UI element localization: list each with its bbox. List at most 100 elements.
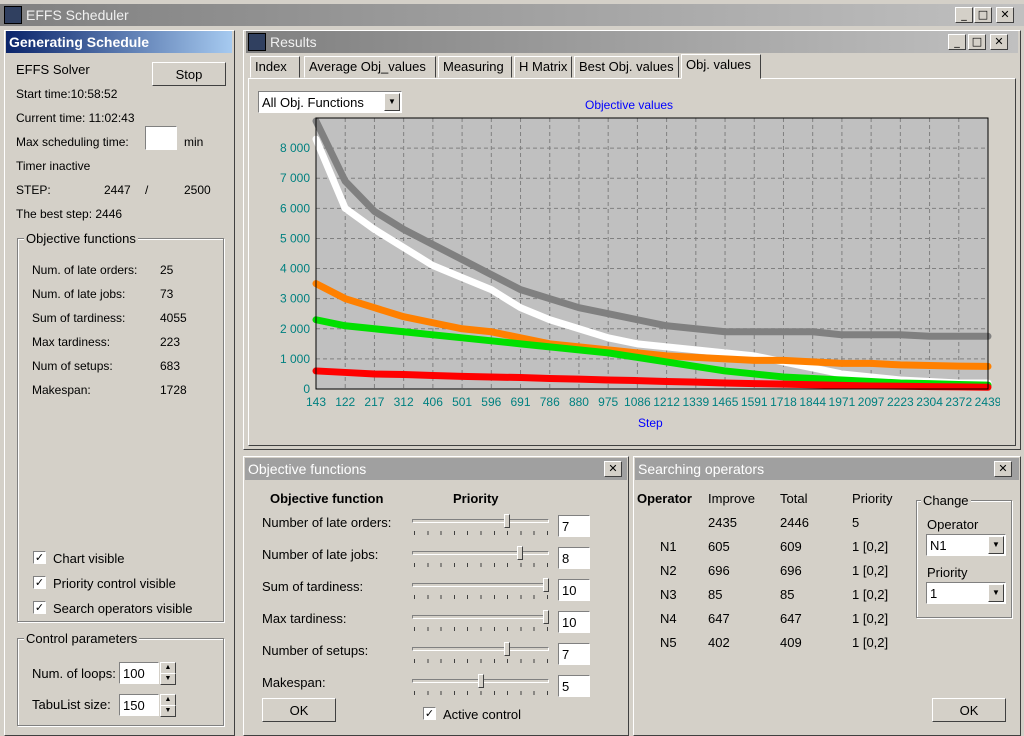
operator-total: 609 (780, 539, 802, 554)
x-tick-label: 501 (452, 395, 472, 409)
app-minimize-button[interactable]: _ (955, 7, 973, 23)
app-close-button[interactable]: ✕ (996, 7, 1014, 23)
priority-ok-button[interactable]: OK (262, 698, 336, 722)
objective-value: 683 (160, 359, 181, 373)
tab-obj-values[interactable]: Obj. values (681, 54, 761, 79)
x-tick-label: 122 (335, 395, 355, 409)
slider-ticks (414, 659, 548, 663)
best-step: The best step: 2446 (16, 207, 123, 221)
priority-value-input[interactable]: 7 (558, 515, 590, 537)
priority-slider-track[interactable] (412, 615, 549, 619)
priority-slider-thumb[interactable] (543, 578, 549, 592)
operator-name: N1 (660, 539, 677, 554)
priority-slider-track[interactable] (412, 647, 549, 651)
operator-priority: 1 [0,2] (852, 611, 889, 626)
operator-total: 85 (780, 587, 795, 602)
stop-button[interactable]: Stop (152, 62, 226, 86)
x-tick-label: 596 (481, 395, 501, 409)
x-tick-label: 786 (540, 395, 560, 409)
priority-select[interactable]: 1 ▼ (926, 582, 1006, 604)
objective-label: Makespan: (32, 383, 91, 397)
priority-slider-thumb[interactable] (477, 674, 484, 688)
max-scheduling-input[interactable] (145, 126, 177, 150)
y-tick-label: 2 000 (280, 322, 310, 336)
priority-row-label: Number of late orders: (262, 515, 392, 530)
priority-value-input[interactable]: 10 (558, 611, 590, 633)
results-close-button[interactable]: ✕ (990, 34, 1008, 50)
visibility-checkbox-label: Chart visible (53, 551, 125, 566)
y-tick-label: 3 000 (280, 292, 310, 306)
tab-average-obj-values[interactable]: Average Obj_values (304, 56, 436, 78)
visibility-checkbox[interactable]: ✓ (33, 601, 46, 614)
operator-total: 409 (780, 635, 802, 650)
timer-status: Timer inactive (16, 159, 91, 173)
priority-slider-thumb[interactable] (543, 610, 549, 624)
visibility-checkbox[interactable]: ✓ (33, 551, 46, 564)
operator-improve: 2435 (708, 515, 737, 530)
objective-value: 1728 (160, 383, 187, 397)
priority-select-label: Priority (927, 565, 968, 580)
operators-ok-button[interactable]: OK (932, 698, 1006, 722)
objective-selector-dropdown[interactable]: All Obj. Functions ▼ (258, 91, 402, 113)
x-tick-label: 1591 (741, 395, 768, 409)
app-maximize-button[interactable]: □ (974, 7, 992, 23)
tab-best-obj-values[interactable]: Best Obj. values (574, 56, 679, 78)
tab-measuring[interactable]: Measuring (438, 56, 512, 78)
visibility-checkbox[interactable]: ✓ (33, 576, 46, 589)
priority-slider-thumb[interactable] (503, 514, 510, 528)
operator-name: N2 (660, 563, 677, 578)
priority-slider-track[interactable] (412, 551, 549, 555)
x-tick-label: 1086 (624, 395, 651, 409)
current-time: Current time: 11:02:43 (16, 111, 135, 125)
x-tick-label: 1212 (653, 395, 680, 409)
x-tick-label: 1465 (712, 395, 739, 409)
active-control-checkbox[interactable]: ✓ (423, 707, 436, 720)
priority-close-button[interactable]: ✕ (604, 461, 622, 477)
priority-value-input[interactable]: 7 (558, 643, 590, 665)
step-current: 2447 (104, 183, 131, 197)
operators-panel-titlebar: Searching operators (635, 458, 1019, 480)
priority-value-input[interactable]: 8 (558, 547, 590, 569)
operator-select-value: N1 (930, 537, 947, 553)
priority-value-input[interactable]: 10 (558, 579, 590, 601)
visibility-checkbox-label: Priority control visible (53, 576, 176, 591)
objective-label: Sum of tardiness: (32, 311, 126, 325)
objective-label: Max tardiness: (32, 335, 111, 349)
operators-close-button[interactable]: ✕ (994, 461, 1012, 477)
objective-label: Num. of late jobs: (32, 287, 126, 301)
results-minimize-button[interactable]: _ (948, 34, 966, 50)
priority-row-label: Number of setups: (262, 643, 369, 658)
loops-spin-down[interactable]: ▼ (160, 673, 176, 685)
chevron-down-icon[interactable]: ▼ (384, 93, 400, 111)
max-scheduling-label: Max scheduling time: (16, 135, 129, 149)
chevron-down-icon[interactable]: ▼ (988, 536, 1004, 554)
priority-slider-thumb[interactable] (503, 642, 510, 656)
priority-slider-thumb[interactable] (516, 546, 523, 560)
loops-input[interactable]: 100 (119, 662, 159, 684)
y-tick-label: 6 000 (280, 201, 310, 215)
min-label: min (184, 135, 204, 149)
tab-index[interactable]: Index (250, 56, 300, 78)
x-tick-label: 1339 (682, 395, 709, 409)
operator-name: N3 (660, 587, 677, 602)
priority-slider-track[interactable] (412, 519, 549, 523)
results-maximize-button[interactable]: □ (968, 34, 986, 50)
slider-ticks (414, 595, 548, 599)
priority-row-label: Max tardiness: (262, 611, 347, 626)
operator-select[interactable]: N1 ▼ (926, 534, 1006, 556)
operator-name: N5 (660, 635, 677, 650)
priority-slider-track[interactable] (412, 583, 549, 587)
start-time: Start time:10:58:52 (16, 87, 118, 101)
tab-h-matrix[interactable]: H Matrix (514, 56, 572, 78)
operator-improve: 85 (708, 587, 723, 602)
priority-value-input[interactable]: 5 (558, 675, 590, 697)
x-tick-label: 2223 (887, 395, 914, 409)
y-tick-label: 4 000 (280, 262, 310, 276)
operator-total: 2446 (780, 515, 809, 530)
chevron-down-icon[interactable]: ▼ (988, 584, 1004, 602)
results-title: Results (270, 34, 317, 50)
tabu-spin-down[interactable]: ▼ (160, 705, 176, 717)
tabu-input[interactable]: 150 (119, 694, 159, 716)
objective-value: 4055 (160, 311, 187, 325)
operators-header: Total (780, 491, 808, 506)
